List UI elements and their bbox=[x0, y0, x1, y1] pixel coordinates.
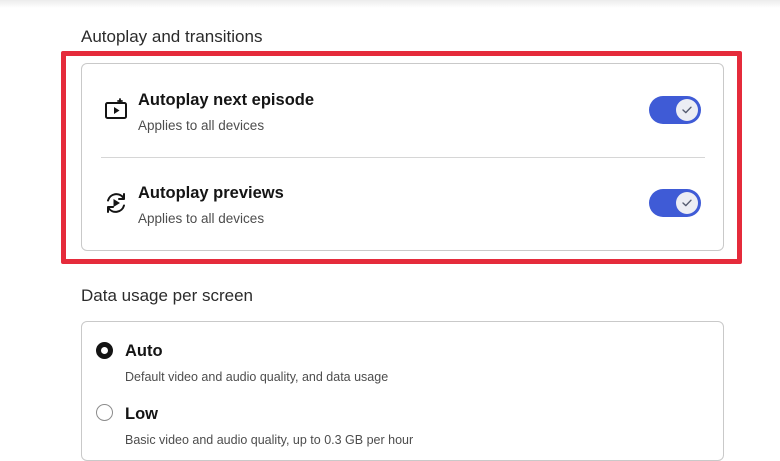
option-auto-label[interactable]: Auto bbox=[125, 343, 163, 360]
checkmark-icon bbox=[682, 199, 692, 207]
option-low-label[interactable]: Low bbox=[125, 406, 158, 423]
autoplay-section-heading: Autoplay and transitions bbox=[81, 27, 263, 46]
autoplay-settings-card: Autoplay next episode Applies to all dev… bbox=[81, 63, 724, 251]
autoplay-next-episode-toggle[interactable] bbox=[649, 96, 701, 124]
row-divider bbox=[101, 157, 705, 158]
data-usage-card: Auto Default video and audio quality, an… bbox=[81, 321, 724, 461]
autoplay-previews-subtitle: Applies to all devices bbox=[138, 211, 265, 226]
autoplay-next-episode-title: Autoplay next episode bbox=[138, 91, 315, 109]
radio-auto[interactable] bbox=[96, 342, 113, 359]
autoplay-previews-icon bbox=[103, 190, 129, 216]
toggle-knob bbox=[676, 99, 698, 121]
option-low-description: Basic video and audio quality, up to 0.3… bbox=[125, 433, 414, 447]
data-usage-section-heading: Data usage per screen bbox=[81, 286, 253, 305]
radio-low[interactable] bbox=[96, 404, 113, 421]
top-shade bbox=[0, 0, 780, 8]
autoplay-previews-title: Autoplay previews bbox=[138, 184, 284, 202]
option-auto-description: Default video and audio quality, and dat… bbox=[125, 370, 389, 384]
toggle-knob bbox=[676, 192, 698, 214]
autoplay-previews-toggle[interactable] bbox=[649, 189, 701, 217]
autoplay-next-episode-icon bbox=[103, 97, 129, 123]
checkmark-icon bbox=[682, 106, 692, 114]
autoplay-next-episode-subtitle: Applies to all devices bbox=[138, 118, 265, 133]
